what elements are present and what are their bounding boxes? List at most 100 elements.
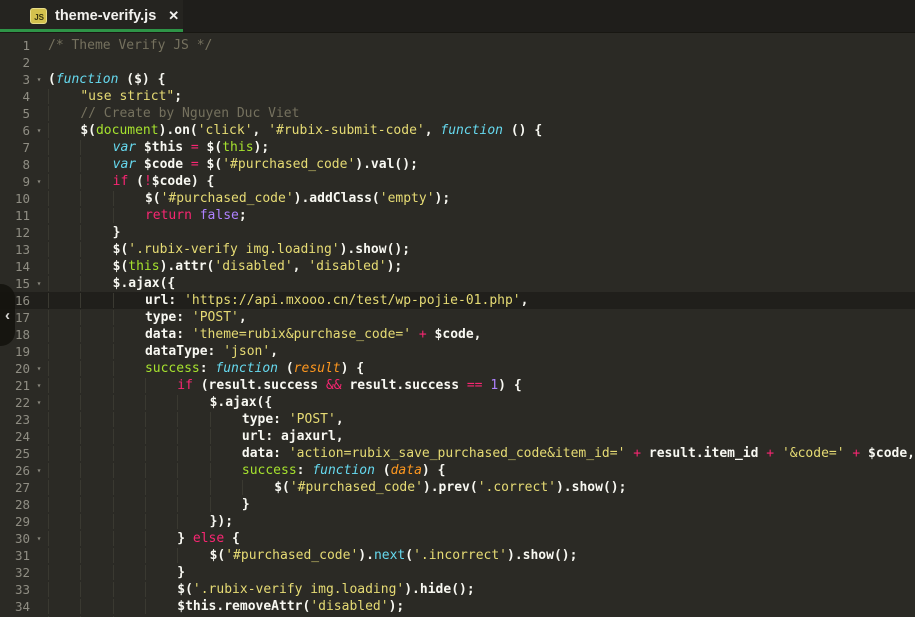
code-text: "use strict"; <box>48 88 182 105</box>
tab-close-icon[interactable]: ✕ <box>168 8 179 24</box>
code-line-2[interactable]: 2 <box>0 54 915 71</box>
line-number[interactable]: 26 <box>0 462 30 479</box>
code-editor[interactable]: 1/* Theme Verify JS */23▾(function ($) {… <box>0 33 915 617</box>
line-number[interactable]: 1 <box>0 37 30 54</box>
fold-spacer <box>30 54 48 71</box>
line-number[interactable]: 32 <box>0 564 30 581</box>
code-line-25[interactable]: 25 data: 'action=rubix_save_purchased_co… <box>0 445 915 462</box>
code-line-31[interactable]: 31 $('#purchased_code').next('.incorrect… <box>0 547 915 564</box>
fold-arrow-icon[interactable]: ▾ <box>30 394 48 411</box>
fold-spacer <box>30 428 48 445</box>
line-number[interactable]: 6 <box>0 122 30 139</box>
code-line-24[interactable]: 24 url: ajaxurl, <box>0 428 915 445</box>
line-number[interactable]: 8 <box>0 156 30 173</box>
code-text: $('#purchased_code').prev('.correct').sh… <box>48 479 626 496</box>
line-number[interactable]: 13 <box>0 241 30 258</box>
code-line-32[interactable]: 32 } <box>0 564 915 581</box>
code-line-8[interactable]: 8 var $code = $('#purchased_code').val()… <box>0 156 915 173</box>
code-line-1[interactable]: 1/* Theme Verify JS */ <box>0 37 915 54</box>
code-line-10[interactable]: 10 $('#purchased_code').addClass('empty'… <box>0 190 915 207</box>
code-line-27[interactable]: 27 $('#purchased_code').prev('.correct')… <box>0 479 915 496</box>
code-line-11[interactable]: 11 return false; <box>0 207 915 224</box>
code-line-12[interactable]: 12 } <box>0 224 915 241</box>
line-number[interactable]: 9 <box>0 173 30 190</box>
fold-spacer <box>30 445 48 462</box>
code-line-17[interactable]: 17 type: 'POST', <box>0 309 915 326</box>
code-text: dataType: 'json', <box>48 343 278 360</box>
code-line-4[interactable]: 4 "use strict"; <box>0 88 915 105</box>
code-text: if (result.success && result.success == … <box>48 377 522 394</box>
line-number[interactable]: 27 <box>0 479 30 496</box>
line-number[interactable]: 22 <box>0 394 30 411</box>
code-text: type: 'POST', <box>48 411 344 428</box>
fold-spacer <box>30 37 48 54</box>
code-text: var $code = $('#purchased_code').val(); <box>48 156 418 173</box>
line-number[interactable]: 2 <box>0 54 30 71</box>
line-number[interactable]: 11 <box>0 207 30 224</box>
line-number[interactable]: 21 <box>0 377 30 394</box>
code-line-29[interactable]: 29 }); <box>0 513 915 530</box>
code-line-3[interactable]: 3▾(function ($) { <box>0 71 915 88</box>
fold-spacer <box>30 496 48 513</box>
line-number[interactable]: 3 <box>0 71 30 88</box>
fold-arrow-icon[interactable]: ▾ <box>30 462 48 479</box>
code-line-23[interactable]: 23 type: 'POST', <box>0 411 915 428</box>
code-line-33[interactable]: 33 $('.rubix-verify img.loading').hide()… <box>0 581 915 598</box>
tab-theme-verify-js[interactable]: JS theme-verify.js ✕ <box>0 0 183 32</box>
fold-spacer <box>30 207 48 224</box>
code-line-30[interactable]: 30▾ } else { <box>0 530 915 547</box>
fold-spacer <box>30 326 48 343</box>
code-line-15[interactable]: 15▾ $.ajax({ <box>0 275 915 292</box>
code-line-13[interactable]: 13 $('.rubix-verify img.loading').show()… <box>0 241 915 258</box>
line-number[interactable]: 34 <box>0 598 30 615</box>
code-line-16[interactable]: 16 url: 'https://api.mxooo.cn/test/wp-po… <box>0 292 915 309</box>
code-line-5[interactable]: 5 // Create by Nguyen Duc Viet <box>0 105 915 122</box>
line-number[interactable]: 5 <box>0 105 30 122</box>
line-number[interactable]: 25 <box>0 445 30 462</box>
code-line-20[interactable]: 20▾ success: function (result) { <box>0 360 915 377</box>
code-line-7[interactable]: 7 var $this = $(this); <box>0 139 915 156</box>
line-number[interactable]: 31 <box>0 547 30 564</box>
code-line-9[interactable]: 9▾ if (!$code) { <box>0 173 915 190</box>
code-text: (function ($) { <box>48 71 165 88</box>
code-text: $('#purchased_code').next('.incorrect').… <box>48 547 577 564</box>
fold-arrow-icon[interactable]: ▾ <box>30 360 48 377</box>
fold-arrow-icon[interactable]: ▾ <box>30 275 48 292</box>
fold-spacer <box>30 547 48 564</box>
fold-spacer <box>30 292 48 309</box>
line-number[interactable]: 12 <box>0 224 30 241</box>
code-line-26[interactable]: 26▾ success: function (data) { <box>0 462 915 479</box>
line-number[interactable]: 33 <box>0 581 30 598</box>
chevron-left-icon: ‹ <box>5 307 10 324</box>
code-text: return false; <box>48 207 247 224</box>
fold-spacer <box>30 479 48 496</box>
line-number[interactable]: 20 <box>0 360 30 377</box>
line-number[interactable]: 30 <box>0 530 30 547</box>
code-text: $this.removeAttr('disabled'); <box>48 598 404 615</box>
fold-spacer <box>30 598 48 615</box>
line-number[interactable]: 23 <box>0 411 30 428</box>
code-line-6[interactable]: 6▾ $(document).on('click', '#rubix-submi… <box>0 122 915 139</box>
code-line-22[interactable]: 22▾ $.ajax({ <box>0 394 915 411</box>
code-text: data: 'theme=rubix&purchase_code=' + $co… <box>48 326 482 343</box>
code-text: } <box>48 496 250 513</box>
fold-arrow-icon[interactable]: ▾ <box>30 173 48 190</box>
line-number[interactable]: 14 <box>0 258 30 275</box>
fold-arrow-icon[interactable]: ▾ <box>30 122 48 139</box>
fold-arrow-icon[interactable]: ▾ <box>30 377 48 394</box>
line-number[interactable]: 29 <box>0 513 30 530</box>
code-line-18[interactable]: 18 data: 'theme=rubix&purchase_code=' + … <box>0 326 915 343</box>
line-number[interactable]: 7 <box>0 139 30 156</box>
code-line-28[interactable]: 28 } <box>0 496 915 513</box>
code-line-21[interactable]: 21▾ if (result.success && result.success… <box>0 377 915 394</box>
code-line-19[interactable]: 19 dataType: 'json', <box>0 343 915 360</box>
code-line-34[interactable]: 34 $this.removeAttr('disabled'); <box>0 598 915 615</box>
line-number[interactable]: 24 <box>0 428 30 445</box>
line-number[interactable]: 28 <box>0 496 30 513</box>
sidebar-collapse-toggle[interactable]: ‹ <box>0 284 15 346</box>
line-number[interactable]: 10 <box>0 190 30 207</box>
fold-arrow-icon[interactable]: ▾ <box>30 71 48 88</box>
code-line-14[interactable]: 14 $(this).attr('disabled', 'disabled'); <box>0 258 915 275</box>
fold-arrow-icon[interactable]: ▾ <box>30 530 48 547</box>
line-number[interactable]: 4 <box>0 88 30 105</box>
